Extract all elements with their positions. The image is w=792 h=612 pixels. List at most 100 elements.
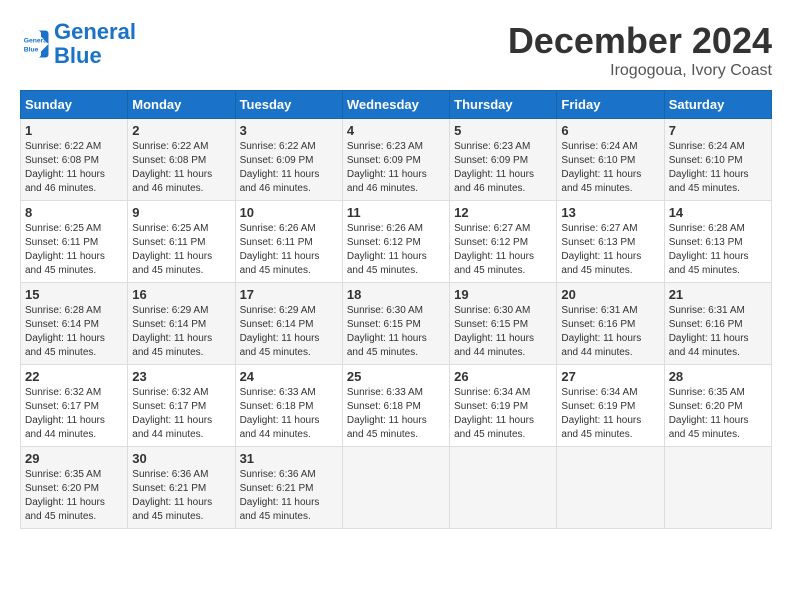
day-number: 18 (347, 287, 445, 302)
day-info: Sunrise: 6:36 AMSunset: 6:21 PMDaylight:… (132, 469, 212, 522)
day-info: Sunrise: 6:35 AMSunset: 6:20 PMDaylight:… (25, 469, 105, 522)
calendar-body: 1 Sunrise: 6:22 AMSunset: 6:08 PMDayligh… (21, 119, 772, 529)
day-info: Sunrise: 6:25 AMSunset: 6:11 PMDaylight:… (132, 223, 212, 276)
calendar-day-cell: 22 Sunrise: 6:32 AMSunset: 6:17 PMDaylig… (21, 365, 128, 447)
weekday-header-cell: Sunday (21, 91, 128, 119)
day-info: Sunrise: 6:22 AMSunset: 6:08 PMDaylight:… (25, 141, 105, 194)
day-number: 22 (25, 369, 123, 384)
calendar-day-cell: 25 Sunrise: 6:33 AMSunset: 6:18 PMDaylig… (342, 365, 449, 447)
day-info: Sunrise: 6:28 AMSunset: 6:14 PMDaylight:… (25, 305, 105, 358)
day-number: 8 (25, 205, 123, 220)
location-title: Irogogoua, Ivory Coast (508, 62, 772, 80)
day-info: Sunrise: 6:36 AMSunset: 6:21 PMDaylight:… (240, 469, 320, 522)
day-number: 3 (240, 123, 338, 138)
day-number: 7 (669, 123, 767, 138)
calendar-day-cell: 19 Sunrise: 6:30 AMSunset: 6:15 PMDaylig… (450, 283, 557, 365)
day-info: Sunrise: 6:34 AMSunset: 6:19 PMDaylight:… (561, 387, 641, 440)
weekday-header-cell: Friday (557, 91, 664, 119)
day-info: Sunrise: 6:30 AMSunset: 6:15 PMDaylight:… (454, 305, 534, 358)
logo-line1: General (54, 19, 136, 44)
day-info: Sunrise: 6:32 AMSunset: 6:17 PMDaylight:… (25, 387, 105, 440)
calendar-day-cell: 28 Sunrise: 6:35 AMSunset: 6:20 PMDaylig… (664, 365, 771, 447)
day-info: Sunrise: 6:24 AMSunset: 6:10 PMDaylight:… (669, 141, 749, 194)
title-area: December 2024 Irogogoua, Ivory Coast (508, 20, 772, 80)
calendar-week-row: 29 Sunrise: 6:35 AMSunset: 6:20 PMDaylig… (21, 447, 772, 529)
calendar-day-cell: 1 Sunrise: 6:22 AMSunset: 6:08 PMDayligh… (21, 119, 128, 201)
day-info: Sunrise: 6:26 AMSunset: 6:11 PMDaylight:… (240, 223, 320, 276)
day-number: 4 (347, 123, 445, 138)
day-number: 17 (240, 287, 338, 302)
calendar-table: SundayMondayTuesdayWednesdayThursdayFrid… (20, 90, 772, 529)
calendar-day-cell: 15 Sunrise: 6:28 AMSunset: 6:14 PMDaylig… (21, 283, 128, 365)
day-number: 31 (240, 451, 338, 466)
day-info: Sunrise: 6:24 AMSunset: 6:10 PMDaylight:… (561, 141, 641, 194)
calendar-day-cell: 27 Sunrise: 6:34 AMSunset: 6:19 PMDaylig… (557, 365, 664, 447)
calendar-day-cell (342, 447, 449, 529)
calendar-day-cell: 3 Sunrise: 6:22 AMSunset: 6:09 PMDayligh… (235, 119, 342, 201)
calendar-day-cell: 7 Sunrise: 6:24 AMSunset: 6:10 PMDayligh… (664, 119, 771, 201)
svg-text:General: General (24, 38, 49, 45)
day-number: 19 (454, 287, 552, 302)
calendar-day-cell: 14 Sunrise: 6:28 AMSunset: 6:13 PMDaylig… (664, 201, 771, 283)
day-info: Sunrise: 6:33 AMSunset: 6:18 PMDaylight:… (347, 387, 427, 440)
day-number: 9 (132, 205, 230, 220)
calendar-day-cell: 11 Sunrise: 6:26 AMSunset: 6:12 PMDaylig… (342, 201, 449, 283)
day-info: Sunrise: 6:31 AMSunset: 6:16 PMDaylight:… (669, 305, 749, 358)
logo-line2: Blue (54, 43, 102, 68)
calendar-day-cell (557, 447, 664, 529)
calendar-day-cell: 17 Sunrise: 6:29 AMSunset: 6:14 PMDaylig… (235, 283, 342, 365)
logo-text: General Blue (54, 20, 136, 68)
day-number: 15 (25, 287, 123, 302)
calendar-day-cell (450, 447, 557, 529)
logo-icon: General Blue (20, 29, 50, 59)
header: General Blue General Blue December 2024 … (20, 20, 772, 80)
calendar-day-cell: 18 Sunrise: 6:30 AMSunset: 6:15 PMDaylig… (342, 283, 449, 365)
calendar-day-cell: 10 Sunrise: 6:26 AMSunset: 6:11 PMDaylig… (235, 201, 342, 283)
day-number: 26 (454, 369, 552, 384)
day-info: Sunrise: 6:23 AMSunset: 6:09 PMDaylight:… (347, 141, 427, 194)
day-number: 2 (132, 123, 230, 138)
day-number: 24 (240, 369, 338, 384)
calendar-day-cell (664, 447, 771, 529)
day-number: 21 (669, 287, 767, 302)
calendar-day-cell: 20 Sunrise: 6:31 AMSunset: 6:16 PMDaylig… (557, 283, 664, 365)
day-number: 16 (132, 287, 230, 302)
calendar-week-row: 1 Sunrise: 6:22 AMSunset: 6:08 PMDayligh… (21, 119, 772, 201)
svg-text:Blue: Blue (24, 47, 39, 54)
day-number: 27 (561, 369, 659, 384)
calendar-day-cell: 24 Sunrise: 6:33 AMSunset: 6:18 PMDaylig… (235, 365, 342, 447)
day-number: 12 (454, 205, 552, 220)
day-info: Sunrise: 6:27 AMSunset: 6:13 PMDaylight:… (561, 223, 641, 276)
day-info: Sunrise: 6:29 AMSunset: 6:14 PMDaylight:… (240, 305, 320, 358)
day-info: Sunrise: 6:28 AMSunset: 6:13 PMDaylight:… (669, 223, 749, 276)
day-number: 5 (454, 123, 552, 138)
weekday-header-cell: Monday (128, 91, 235, 119)
calendar-day-cell: 29 Sunrise: 6:35 AMSunset: 6:20 PMDaylig… (21, 447, 128, 529)
calendar-day-cell: 12 Sunrise: 6:27 AMSunset: 6:12 PMDaylig… (450, 201, 557, 283)
day-number: 29 (25, 451, 123, 466)
day-info: Sunrise: 6:25 AMSunset: 6:11 PMDaylight:… (25, 223, 105, 276)
calendar-day-cell: 2 Sunrise: 6:22 AMSunset: 6:08 PMDayligh… (128, 119, 235, 201)
day-info: Sunrise: 6:33 AMSunset: 6:18 PMDaylight:… (240, 387, 320, 440)
day-number: 20 (561, 287, 659, 302)
day-info: Sunrise: 6:27 AMSunset: 6:12 PMDaylight:… (454, 223, 534, 276)
day-number: 30 (132, 451, 230, 466)
day-info: Sunrise: 6:31 AMSunset: 6:16 PMDaylight:… (561, 305, 641, 358)
calendar-day-cell: 13 Sunrise: 6:27 AMSunset: 6:13 PMDaylig… (557, 201, 664, 283)
weekday-header-cell: Thursday (450, 91, 557, 119)
calendar-day-cell: 16 Sunrise: 6:29 AMSunset: 6:14 PMDaylig… (128, 283, 235, 365)
day-number: 25 (347, 369, 445, 384)
calendar-day-cell: 26 Sunrise: 6:34 AMSunset: 6:19 PMDaylig… (450, 365, 557, 447)
day-info: Sunrise: 6:26 AMSunset: 6:12 PMDaylight:… (347, 223, 427, 276)
day-number: 23 (132, 369, 230, 384)
day-info: Sunrise: 6:34 AMSunset: 6:19 PMDaylight:… (454, 387, 534, 440)
logo: General Blue General Blue (20, 20, 136, 68)
calendar-day-cell: 23 Sunrise: 6:32 AMSunset: 6:17 PMDaylig… (128, 365, 235, 447)
day-number: 1 (25, 123, 123, 138)
day-info: Sunrise: 6:32 AMSunset: 6:17 PMDaylight:… (132, 387, 212, 440)
day-info: Sunrise: 6:30 AMSunset: 6:15 PMDaylight:… (347, 305, 427, 358)
day-info: Sunrise: 6:23 AMSunset: 6:09 PMDaylight:… (454, 141, 534, 194)
calendar-day-cell: 30 Sunrise: 6:36 AMSunset: 6:21 PMDaylig… (128, 447, 235, 529)
calendar-day-cell: 4 Sunrise: 6:23 AMSunset: 6:09 PMDayligh… (342, 119, 449, 201)
day-number: 13 (561, 205, 659, 220)
